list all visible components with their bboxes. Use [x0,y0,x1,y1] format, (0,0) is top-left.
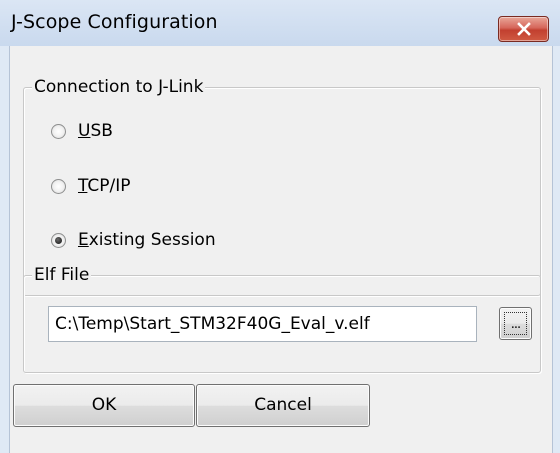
close-button[interactable] [498,16,549,42]
browse-button[interactable]: ... [499,307,532,340]
ok-button[interactable]: OK [13,384,195,427]
elf-file-groupbox: Elf File C:\Temp\Start_STM32F40G_Eval_v.… [23,263,541,373]
dialog-window: J-Scope Configuration Connection to J-Li… [0,0,560,453]
cancel-button[interactable]: Cancel [196,384,370,427]
elf-file-legend: Elf File [32,263,92,287]
radio-tcpip-circle[interactable] [51,178,66,194]
radio-usb-label[interactable]: USB [78,119,113,143]
elf-path-field[interactable]: C:\Temp\Start_STM32F40G_Eval_v.elf [48,306,477,342]
connection-legend: Connection to J-Link [32,75,206,99]
radio-existing-session[interactable]: Existing Session [51,228,216,252]
window-title: J-Scope Configuration [11,11,218,33]
radio-existing-session-circle[interactable] [51,232,66,248]
title-bar[interactable]: J-Scope Configuration [0,0,560,46]
radio-usb[interactable]: USB [51,119,113,143]
radio-tcpip-label[interactable]: TCP/IP [78,174,131,198]
connection-groupbox: Connection to J-Link USB TCP/IP Existing… [23,75,541,296]
radio-existing-session-label[interactable]: Existing Session [78,228,216,252]
radio-tcpip[interactable]: TCP/IP [51,174,131,198]
radio-usb-circle[interactable] [51,123,66,139]
close-x-icon [517,22,531,36]
dialog-client-area: Connection to J-Link USB TCP/IP Existing… [9,46,553,453]
ellipsis-icon: ... [504,312,527,335]
